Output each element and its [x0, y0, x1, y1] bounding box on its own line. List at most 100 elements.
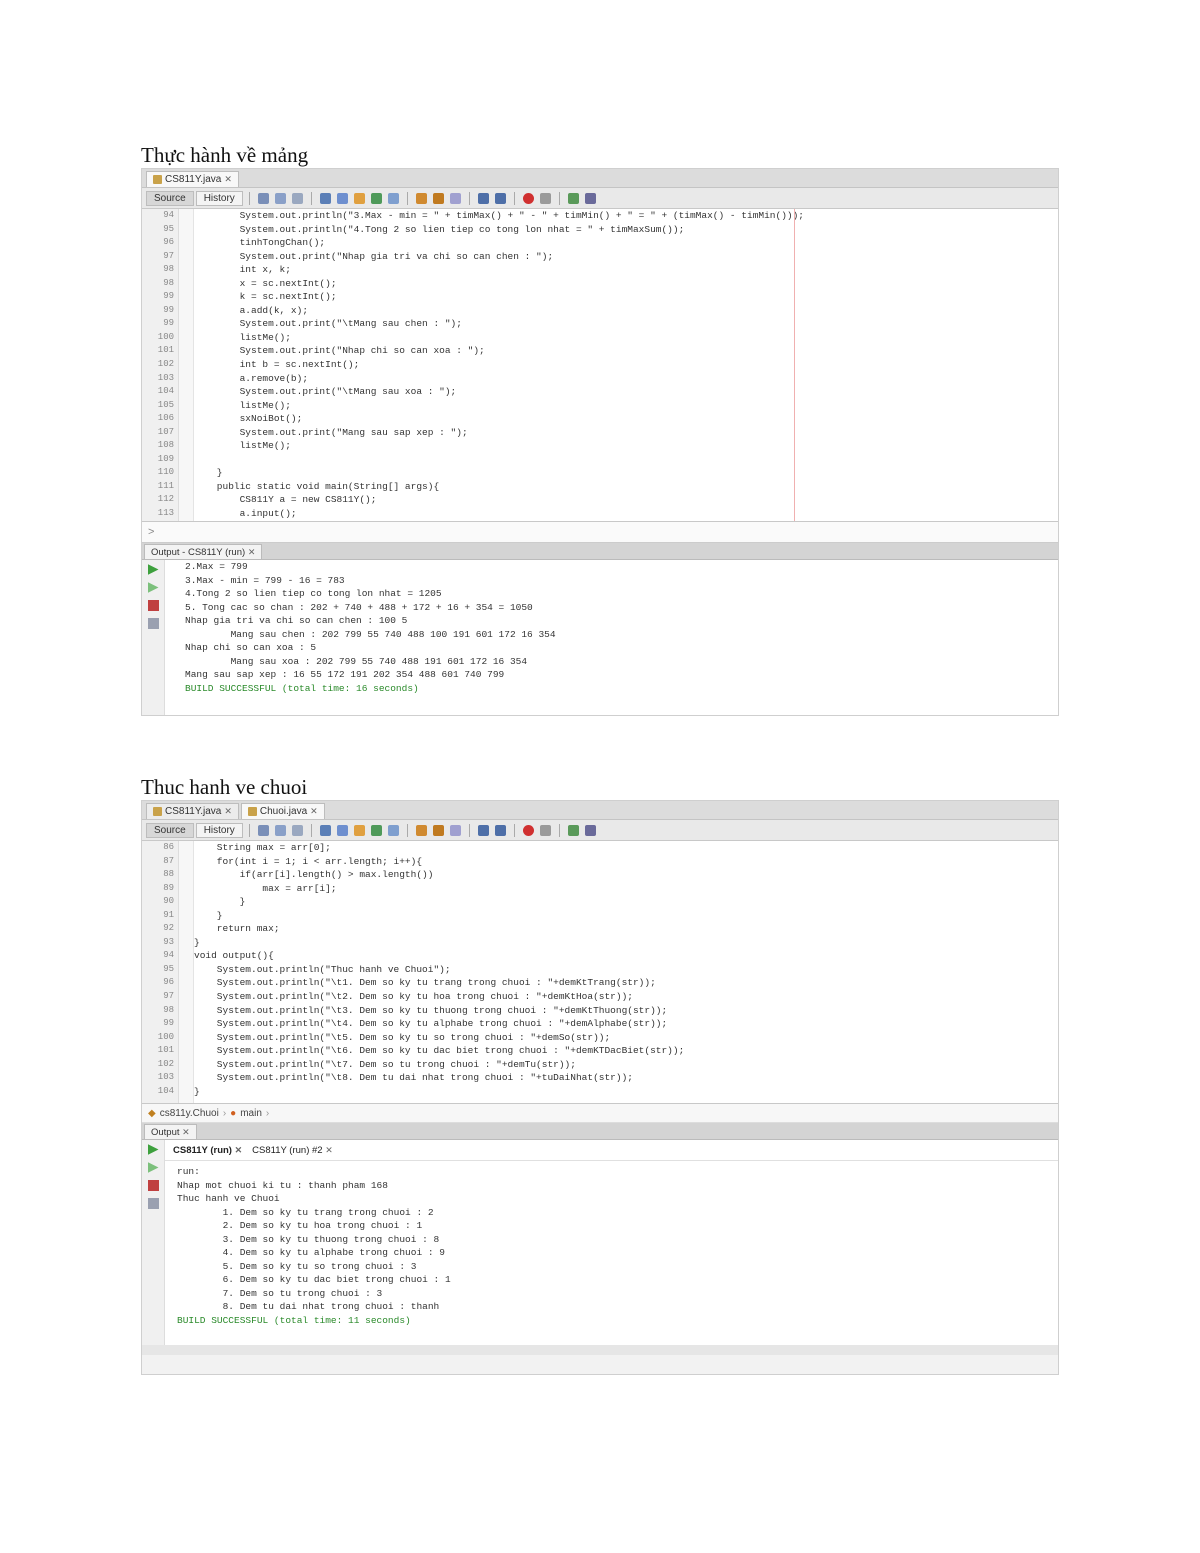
rerun-icon[interactable] [147, 564, 159, 575]
breadcrumb-item[interactable]: cs811y.Chuoi [160, 1108, 219, 1119]
back-icon[interactable] [274, 192, 286, 204]
code-area[interactable]: String max = arr[0]; for(int i = 1; i < … [194, 841, 1058, 1103]
find-previous-icon[interactable] [336, 824, 348, 836]
code-line[interactable]: int b = sc.nextInt(); [194, 358, 1058, 372]
code-line[interactable]: a.remove(b); [194, 372, 1058, 386]
code-line[interactable]: a.add(k, x); [194, 304, 1058, 318]
prev-bookmark-icon[interactable] [415, 824, 427, 836]
code-line[interactable]: System.out.println("\t3. Dem so ky tu th… [194, 1004, 1058, 1018]
toggle-bookmark-icon[interactable] [449, 192, 461, 204]
code-line[interactable]: System.out.println("\t5. Dem so ky tu so… [194, 1031, 1058, 1045]
find-previous-icon[interactable] [336, 192, 348, 204]
code-line[interactable]: } [194, 1085, 1058, 1099]
toggle-highlight-icon[interactable] [370, 192, 382, 204]
stop-icon[interactable] [147, 600, 159, 611]
find-icon[interactable] [319, 824, 331, 836]
output-tab[interactable]: Output - CS811Y (run) ✕ [144, 544, 263, 559]
code-line[interactable]: int x, k; [194, 263, 1058, 277]
code-line[interactable]: System.out.println("\t6. Dem so ky tu da… [194, 1044, 1058, 1058]
code-line[interactable]: System.out.println("\t7. Dem so tu trong… [194, 1058, 1058, 1072]
code-line[interactable]: public static void main(String[] args){ [194, 480, 1058, 494]
toggle-rect-select-icon[interactable] [387, 192, 399, 204]
uncomment-icon[interactable] [584, 192, 596, 204]
close-icon[interactable]: ✕ [325, 1145, 333, 1155]
stop-icon[interactable] [147, 1180, 159, 1191]
close-icon[interactable]: ✕ [224, 804, 232, 819]
rerun-icon[interactable] [147, 1144, 159, 1155]
last-edit-icon[interactable] [257, 192, 269, 204]
history-button[interactable]: History [195, 190, 243, 206]
file-tab[interactable]: Chuoi.java ✕ [240, 803, 325, 819]
shift-right-icon[interactable] [494, 192, 506, 204]
file-tab[interactable]: CS811Y.java ✕ [146, 171, 239, 187]
code-line[interactable]: System.out.print("\tMang sau xoa : "); [194, 385, 1058, 399]
prev-bookmark-icon[interactable] [415, 192, 427, 204]
forward-icon[interactable] [291, 824, 303, 836]
output-tab[interactable]: Output ✕ [144, 1124, 197, 1139]
next-bookmark-icon[interactable] [432, 192, 444, 204]
code-line[interactable]: System.out.println("3.Max - min = " + ti… [194, 209, 1058, 223]
close-icon[interactable]: ✕ [248, 547, 256, 557]
stop-macro-icon[interactable] [539, 824, 551, 836]
code-line[interactable]: } [194, 466, 1058, 480]
code-line[interactable]: System.out.print("Mang sau sap xep : "); [194, 426, 1058, 440]
code-line[interactable]: System.out.print("\tMang sau chen : "); [194, 317, 1058, 331]
code-line[interactable]: if(arr[i].length() > max.length()) [194, 868, 1058, 882]
find-next-icon[interactable] [353, 824, 365, 836]
code-line[interactable]: System.out.println("Thuc hanh ve Chuoi")… [194, 963, 1058, 977]
code-line[interactable]: System.out.print("Nhap chi so can xoa : … [194, 344, 1058, 358]
find-next-icon[interactable] [353, 192, 365, 204]
uncomment-icon[interactable] [584, 824, 596, 836]
code-line[interactable]: System.out.println("\t4. Dem so ky tu al… [194, 1017, 1058, 1031]
code-line[interactable]: listMe(); [194, 331, 1058, 345]
code-line[interactable]: System.out.println("\t1. Dem so ky tu tr… [194, 976, 1058, 990]
close-icon[interactable]: ✕ [310, 804, 318, 819]
code-line[interactable]: CS811Y a = new CS811Y(); [194, 493, 1058, 507]
last-edit-icon[interactable] [257, 824, 269, 836]
code-line[interactable]: System.out.println("4.Tong 2 so lien tie… [194, 223, 1058, 237]
forward-icon[interactable] [291, 192, 303, 204]
rerun-options-icon[interactable] [147, 582, 159, 593]
shift-right-icon[interactable] [494, 824, 506, 836]
history-button[interactable]: History [195, 822, 243, 838]
editor-scroll-area[interactable]: > [142, 522, 1058, 543]
code-line[interactable]: System.out.println("\t2. Dem so ky tu ho… [194, 990, 1058, 1004]
close-icon[interactable]: ✕ [235, 1145, 243, 1155]
code-line[interactable]: String max = arr[0]; [194, 841, 1058, 855]
output-settings-icon[interactable] [147, 1198, 159, 1209]
output-settings-icon[interactable] [147, 618, 159, 629]
toggle-bookmark-icon[interactable] [449, 824, 461, 836]
shift-left-icon[interactable] [477, 824, 489, 836]
toggle-rect-select-icon[interactable] [387, 824, 399, 836]
code-line[interactable]: for(int i = 1; i < arr.length; i++){ [194, 855, 1058, 869]
code-line[interactable]: tinhTongChan(); [194, 236, 1058, 250]
code-line[interactable]: max = arr[i]; [194, 882, 1058, 896]
code-line[interactable]: } [194, 895, 1058, 909]
stop-macro-icon[interactable] [539, 192, 551, 204]
close-icon[interactable]: ✕ [182, 1127, 190, 1137]
code-line[interactable]: x = sc.nextInt(); [194, 277, 1058, 291]
start-macro-icon[interactable] [522, 824, 534, 836]
file-tab[interactable]: CS811Y.java ✕ [146, 803, 239, 819]
code-line[interactable]: } [194, 909, 1058, 923]
code-line[interactable] [194, 453, 1058, 467]
code-editor[interactable]: 94 95 96 97 98 98 99 99 99 100 101 102 103 104 105 106 1… [142, 209, 1058, 522]
shift-left-icon[interactable] [477, 192, 489, 204]
code-line[interactable]: void output(){ [194, 949, 1058, 963]
code-line[interactable]: System.out.println("\t8. Dem tu dai nhat… [194, 1071, 1058, 1085]
breadcrumb-item[interactable]: main [240, 1108, 262, 1119]
find-icon[interactable] [319, 192, 331, 204]
run-tab[interactable]: CS811Y (run) ✕ [173, 1145, 242, 1156]
close-icon[interactable]: ✕ [224, 172, 232, 187]
code-line[interactable]: sxNoiBot(); [194, 412, 1058, 426]
comment-icon[interactable] [567, 824, 579, 836]
source-button[interactable]: Source [146, 190, 194, 206]
next-bookmark-icon[interactable] [432, 824, 444, 836]
code-line[interactable]: System.out.print("Nhap gia tri va chi so… [194, 250, 1058, 264]
back-icon[interactable] [274, 824, 286, 836]
code-line[interactable]: a.input(); [194, 507, 1058, 521]
start-macro-icon[interactable] [522, 192, 534, 204]
toggle-highlight-icon[interactable] [370, 824, 382, 836]
code-line[interactable]: return max; [194, 922, 1058, 936]
rerun-options-icon[interactable] [147, 1162, 159, 1173]
